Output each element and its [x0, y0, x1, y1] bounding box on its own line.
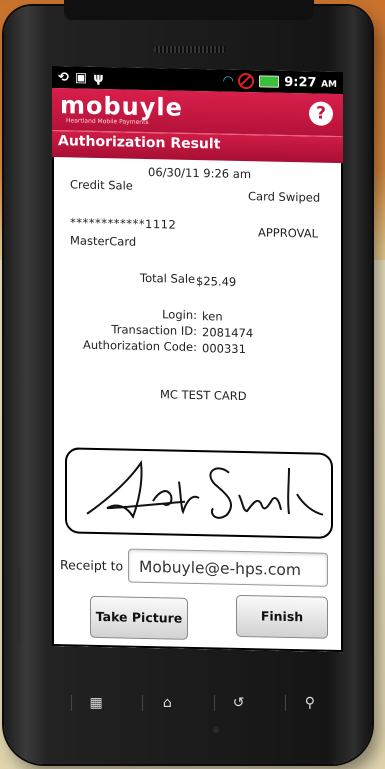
transaction-id-label: Transaction ID:	[111, 322, 197, 339]
transaction-id-value: 2081474	[202, 325, 254, 341]
battery-icon	[259, 75, 280, 88]
entry-mode: Card Swiped	[248, 189, 321, 205]
take-picture-button[interactable]: Take Picture	[90, 595, 188, 640]
auth-code-value: 000331	[202, 341, 246, 357]
total-value: $25.49	[196, 274, 237, 289]
login-label: Login:	[162, 307, 197, 323]
brand-header: mobuyle Heartland Mobile Payments ?	[52, 88, 343, 137]
earpiece-speaker	[154, 46, 226, 53]
usb-icon: ψ	[93, 70, 104, 86]
phone-top-module	[64, 0, 314, 20]
receipt-content: 06/30/11 9:26 am Credit Sale Card Swiped…	[52, 157, 343, 640]
help-button[interactable]: ?	[309, 101, 333, 126]
phone-screen: ⟲ ▣ ψ ◠ 9:27 AM mobuyle Heartland Mobile…	[52, 66, 343, 653]
login-value: ken	[202, 309, 223, 324]
notification-led	[213, 727, 219, 733]
card-brand: MasterCard	[70, 233, 137, 249]
volume-button	[14, 566, 20, 646]
total-label: Total Sale	[140, 270, 196, 286]
finish-button[interactable]: Finish	[236, 594, 328, 639]
signature-image	[86, 460, 324, 519]
transaction-datetime: 06/30/11 9:26 am	[148, 165, 252, 182]
android-nav-bar: ▦ ⌂ ↺ ⚲	[60, 688, 345, 718]
wifi-icon: ◠	[223, 73, 234, 89]
card-name: MC TEST CARD	[160, 387, 247, 404]
sync-icon: ⟲	[58, 69, 69, 85]
receipt-to-label: Receipt to	[60, 557, 124, 574]
grid-icon[interactable]: ▦	[71, 695, 120, 711]
logo-tagline: Heartland Mobile Payments	[66, 117, 149, 127]
clock: 9:27 AM	[284, 74, 337, 91]
transaction-type: Credit Sale	[70, 177, 133, 193]
receipt-email-input[interactable]: Mobuyle@e-hps.com	[128, 548, 328, 587]
back-icon[interactable]: ↺	[213, 695, 263, 711]
no-signal-icon	[238, 72, 255, 90]
auth-code-label: Authorization Code:	[83, 337, 197, 355]
search-icon[interactable]: ⚲	[284, 695, 334, 711]
signature-box[interactable]	[65, 447, 333, 539]
bag-icon: ▣	[74, 69, 88, 86]
approval-status: APPROVAL	[258, 225, 318, 241]
masked-card-number: ************1112	[70, 215, 177, 232]
home-icon[interactable]: ⌂	[142, 695, 191, 711]
